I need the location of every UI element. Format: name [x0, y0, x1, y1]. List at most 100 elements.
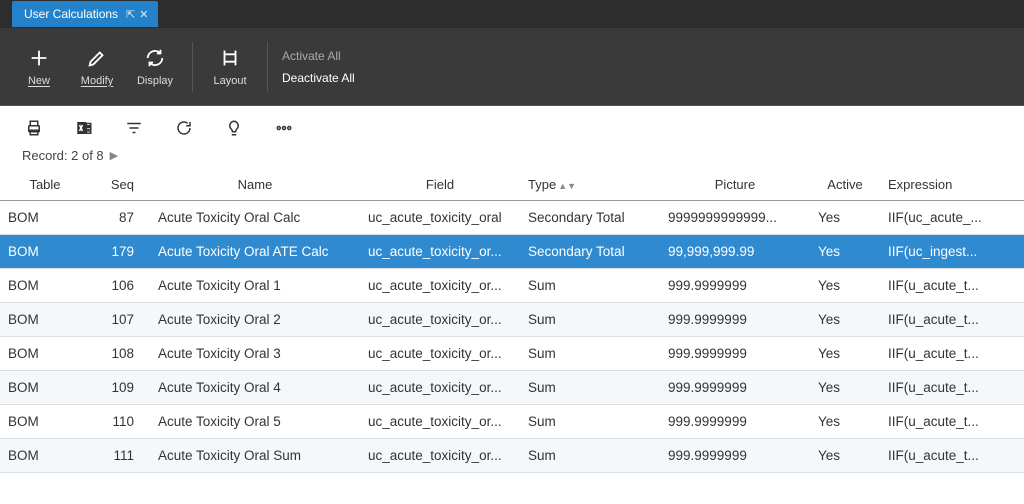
- cell-table: BOM: [0, 405, 90, 439]
- export-excel-button[interactable]: [72, 116, 96, 140]
- new-button[interactable]: New: [10, 37, 68, 97]
- cell-type: Sum: [520, 371, 660, 405]
- record-indicator: Record: 2 of 8 ▶: [0, 144, 1024, 171]
- sort-indicator-icon: ▲▼: [558, 181, 576, 191]
- cell-field: uc_acute_toxicity_oral: [360, 201, 520, 235]
- pencil-icon: [86, 47, 108, 69]
- table-row[interactable]: BOM111Acute Toxicity Oral Sumuc_acute_to…: [0, 439, 1024, 473]
- table-row[interactable]: BOM87Acute Toxicity Oral Calcuc_acute_to…: [0, 201, 1024, 235]
- cell-name: Acute Toxicity Oral 2: [150, 303, 360, 337]
- cell-field: uc_acute_toxicity_or...: [360, 303, 520, 337]
- col-header-expression[interactable]: Expression: [880, 171, 1024, 201]
- close-icon[interactable]: ✕: [139, 8, 148, 21]
- table-row[interactable]: BOM107Acute Toxicity Oral 2uc_acute_toxi…: [0, 303, 1024, 337]
- cell-expression: IIF(u_acute_t...: [880, 405, 1024, 439]
- pin-icon[interactable]: ⇱: [126, 8, 135, 21]
- cell-active: Yes: [810, 337, 880, 371]
- table-row[interactable]: BOM108Acute Toxicity Oral 3uc_acute_toxi…: [0, 337, 1024, 371]
- cell-picture: 999.9999999: [660, 337, 810, 371]
- cell-table: BOM: [0, 201, 90, 235]
- print-button[interactable]: [22, 116, 46, 140]
- table-row[interactable]: BOM109Acute Toxicity Oral 4uc_acute_toxi…: [0, 371, 1024, 405]
- cell-seq: 111: [90, 439, 150, 473]
- cell-name: Acute Toxicity Oral 3: [150, 337, 360, 371]
- hint-button[interactable]: [222, 116, 246, 140]
- cell-expression: IIF(u_acute_t...: [880, 337, 1024, 371]
- cell-type: Sum: [520, 439, 660, 473]
- cell-picture: 9999999999999...: [660, 201, 810, 235]
- cell-name: Acute Toxicity Oral 4: [150, 371, 360, 405]
- cell-seq: 87: [90, 201, 150, 235]
- cell-name: Acute Toxicity Oral Calc: [150, 201, 360, 235]
- cell-field: uc_acute_toxicity_or...: [360, 269, 520, 303]
- data-grid[interactable]: Table Seq Name Field Type▲▼ Picture Acti…: [0, 171, 1024, 504]
- col-header-active[interactable]: Active: [810, 171, 880, 201]
- modify-label: Modify: [81, 75, 113, 87]
- more-actions-button[interactable]: [272, 116, 296, 140]
- cell-picture: 999.9999999: [660, 269, 810, 303]
- new-label: New: [28, 75, 50, 87]
- col-header-name[interactable]: Name: [150, 171, 360, 201]
- table-row[interactable]: BOM106Acute Toxicity Oral 1uc_acute_toxi…: [0, 269, 1024, 303]
- cell-type: Secondary Total: [520, 235, 660, 269]
- cell-table: BOM: [0, 371, 90, 405]
- refresh-icon: [144, 47, 166, 69]
- cell-active: Yes: [810, 405, 880, 439]
- cell-seq: 110: [90, 405, 150, 439]
- refresh-data-button[interactable]: [172, 116, 196, 140]
- table-row[interactable]: BOM110Acute Toxicity Oral 5uc_acute_toxi…: [0, 405, 1024, 439]
- col-header-seq[interactable]: Seq: [90, 171, 150, 201]
- layout-button[interactable]: Layout: [201, 37, 259, 97]
- cell-seq: 107: [90, 303, 150, 337]
- cell-picture: 999.9999999: [660, 405, 810, 439]
- cell-expression: IIF(uc_ingest...: [880, 235, 1024, 269]
- col-header-table[interactable]: Table: [0, 171, 90, 201]
- cell-name: Acute Toxicity Oral 1: [150, 269, 360, 303]
- layout-icon: [219, 47, 241, 69]
- cell-seq: 108: [90, 337, 150, 371]
- tab-strip: User Calculations ⇱ ✕: [0, 0, 1024, 28]
- deactivate-all-link[interactable]: Deactivate All: [282, 71, 355, 85]
- cell-seq: 109: [90, 371, 150, 405]
- cell-type: Secondary Total: [520, 201, 660, 235]
- cell-table: BOM: [0, 235, 90, 269]
- filter-button[interactable]: [122, 116, 146, 140]
- cell-field: uc_acute_toxicity_or...: [360, 371, 520, 405]
- cell-name: Acute Toxicity Oral ATE Calc: [150, 235, 360, 269]
- toolbar-separator: [267, 42, 268, 92]
- col-header-field[interactable]: Field: [360, 171, 520, 201]
- cell-picture: 999.9999999: [660, 303, 810, 337]
- cell-picture: 999.9999999: [660, 371, 810, 405]
- display-button[interactable]: Display: [126, 37, 184, 97]
- modify-button[interactable]: Modify: [68, 37, 126, 97]
- cell-table: BOM: [0, 269, 90, 303]
- cell-active: Yes: [810, 303, 880, 337]
- cell-field: uc_acute_toxicity_or...: [360, 405, 520, 439]
- main-toolbar: New Modify Display Layout Activate All D…: [0, 28, 1024, 106]
- cell-table: BOM: [0, 439, 90, 473]
- table-row[interactable]: BOM179Acute Toxicity Oral ATE Calcuc_acu…: [0, 235, 1024, 269]
- filter-icon: [125, 119, 143, 137]
- utility-toolbar: [0, 106, 1024, 144]
- record-next-icon[interactable]: ▶: [110, 149, 118, 162]
- plus-icon: [28, 47, 50, 69]
- cell-expression: IIF(uc_acute_...: [880, 201, 1024, 235]
- activate-all-link[interactable]: Activate All: [282, 49, 355, 63]
- cell-type: Sum: [520, 303, 660, 337]
- reload-icon: [175, 119, 193, 137]
- col-header-type[interactable]: Type▲▼: [520, 171, 660, 201]
- cell-expression: IIF(u_acute_t...: [880, 269, 1024, 303]
- tab-user-calculations[interactable]: User Calculations ⇱ ✕: [12, 1, 158, 27]
- col-header-picture[interactable]: Picture: [660, 171, 810, 201]
- cell-seq: 106: [90, 269, 150, 303]
- cell-table: BOM: [0, 337, 90, 371]
- table-header-row: Table Seq Name Field Type▲▼ Picture Acti…: [0, 171, 1024, 201]
- cell-name: Acute Toxicity Oral Sum: [150, 439, 360, 473]
- cell-active: Yes: [810, 371, 880, 405]
- cell-picture: 99,999,999.99: [660, 235, 810, 269]
- record-status-text: Record: 2 of 8: [22, 148, 104, 163]
- cell-expression: IIF(u_acute_t...: [880, 439, 1024, 473]
- cell-name: Acute Toxicity Oral 5: [150, 405, 360, 439]
- display-label: Display: [137, 75, 173, 87]
- layout-label: Layout: [213, 75, 246, 87]
